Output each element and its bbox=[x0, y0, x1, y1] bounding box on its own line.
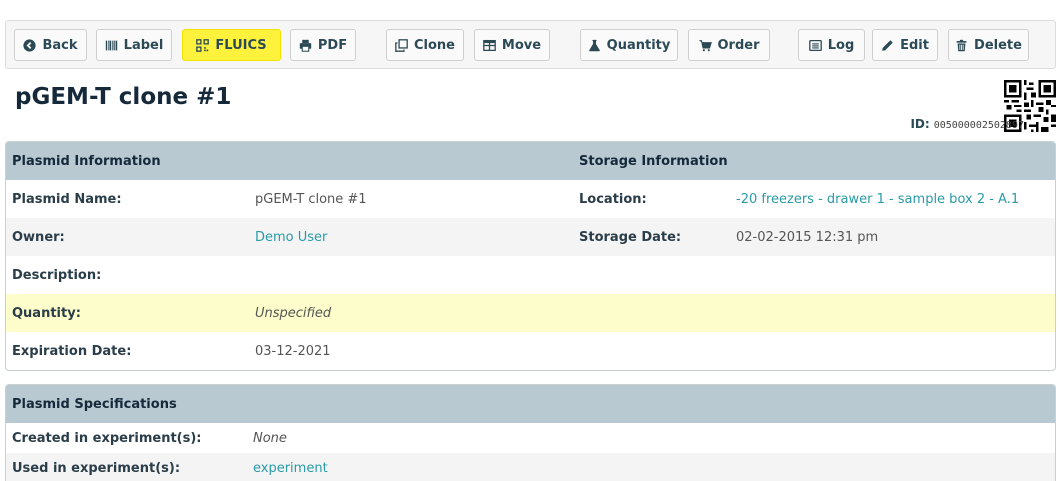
plasmid-name-value: pGEM-T clone #1 bbox=[255, 191, 367, 207]
order-button[interactable]: Order bbox=[688, 29, 770, 61]
plasmid-specifications-panel: Plasmid Specifications Created in experi… bbox=[5, 384, 1056, 481]
table-row: Created in experiment(s): None bbox=[12, 430, 287, 446]
table-row: Used in experiment(s): experiment bbox=[6, 453, 1055, 481]
log-button[interactable]: Log bbox=[798, 29, 865, 61]
record-id: ID: 005000002502897 bbox=[910, 117, 1024, 131]
location-link[interactable]: -20 freezers - drawer 1 - sample box 2 -… bbox=[736, 192, 1019, 207]
clone-button[interactable]: Clone bbox=[386, 29, 464, 61]
owner-link[interactable]: Demo User bbox=[255, 230, 327, 245]
table-icon bbox=[483, 39, 496, 51]
back-button[interactable]: Back bbox=[14, 29, 87, 61]
pdf-button[interactable]: PDF bbox=[290, 29, 356, 61]
flask-icon bbox=[588, 39, 600, 51]
label-button[interactable]: Label bbox=[96, 29, 172, 61]
table-row: Plasmid Name: pGEM-T clone #1 Location: … bbox=[12, 191, 1020, 207]
table-row: Quantity: Unspecified bbox=[6, 294, 1055, 332]
table-row: Expiration Date: 03-12-2021 bbox=[12, 343, 331, 359]
page-title: pGEM-T clone #1 bbox=[15, 84, 232, 110]
printer-icon bbox=[299, 39, 312, 52]
table-row: Owner: Demo User Storage Date: 02-02-201… bbox=[6, 218, 1055, 256]
storage-date-value: 02-02-2015 12:31 pm bbox=[736, 229, 879, 245]
quantity-value: Unspecified bbox=[255, 305, 332, 321]
action-toolbar: Back Label FLUICS PDF Clone Move Quantit… bbox=[5, 20, 1056, 69]
move-button[interactable]: Move bbox=[474, 29, 550, 61]
back-circle-icon bbox=[23, 38, 37, 52]
expiration-date-value: 03-12-2021 bbox=[255, 343, 331, 359]
barcode-icon bbox=[105, 40, 117, 50]
qr-code-icon bbox=[196, 38, 210, 52]
panel-header: Plasmid Information Storage Information bbox=[6, 142, 1055, 180]
pencil-icon bbox=[882, 39, 893, 51]
fluics-button[interactable]: FLUICS bbox=[182, 29, 281, 61]
list-alt-icon bbox=[808, 39, 822, 51]
used-in-experiment-link[interactable]: experiment bbox=[253, 461, 328, 476]
plasmid-specs-heading: Plasmid Specifications bbox=[12, 396, 177, 412]
quantity-button[interactable]: Quantity bbox=[580, 29, 678, 61]
delete-button[interactable]: Delete bbox=[948, 29, 1029, 61]
storage-info-heading: Storage Information bbox=[579, 153, 728, 169]
created-in-value: None bbox=[253, 430, 287, 446]
plasmid-information-panel: Plasmid Information Storage Information … bbox=[5, 141, 1056, 371]
panel-header: Plasmid Specifications bbox=[6, 385, 1055, 423]
table-row: Description: bbox=[12, 267, 102, 283]
plasmid-info-heading: Plasmid Information bbox=[12, 153, 161, 169]
edit-button[interactable]: Edit bbox=[872, 29, 938, 61]
trash-icon bbox=[956, 39, 967, 51]
clone-icon bbox=[395, 38, 408, 52]
shopping-cart-icon bbox=[698, 39, 712, 51]
